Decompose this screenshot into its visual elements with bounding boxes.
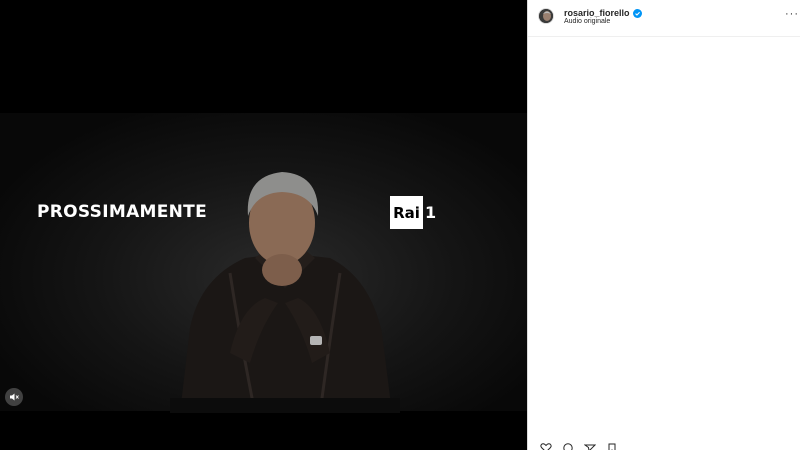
audio-link[interactable]: Audio originale [564, 18, 610, 25]
share-icon[interactable] [584, 443, 596, 450]
post-side-panel: rosario_fiorello Audio originale ··· [527, 0, 800, 450]
username-link[interactable]: rosario_fiorello [564, 8, 630, 18]
rai1-logo: Rai 1 [390, 196, 436, 229]
video-frame[interactable]: PROSSIMAMENTE Rai 1 [0, 113, 527, 413]
avatar[interactable] [538, 8, 554, 24]
rai-logo-box: Rai [390, 196, 423, 229]
person-image [170, 172, 400, 413]
more-options-icon[interactable]: ··· [785, 9, 799, 20]
verified-badge-icon [632, 8, 642, 18]
save-icon[interactable] [606, 443, 618, 450]
rai-logo-number: 1 [425, 203, 437, 222]
like-icon[interactable] [540, 443, 552, 450]
post-header: rosario_fiorello Audio originale ··· [528, 0, 800, 37]
post-viewer: PROSSIMAMENTE Rai 1 rosario_fiorello Aud… [0, 0, 800, 450]
comment-icon[interactable] [562, 443, 574, 450]
media-pane[interactable]: PROSSIMAMENTE Rai 1 [0, 0, 527, 450]
username-row: rosario_fiorello [564, 8, 642, 18]
action-bar [540, 443, 618, 450]
volume-muted-icon[interactable] [5, 388, 23, 406]
